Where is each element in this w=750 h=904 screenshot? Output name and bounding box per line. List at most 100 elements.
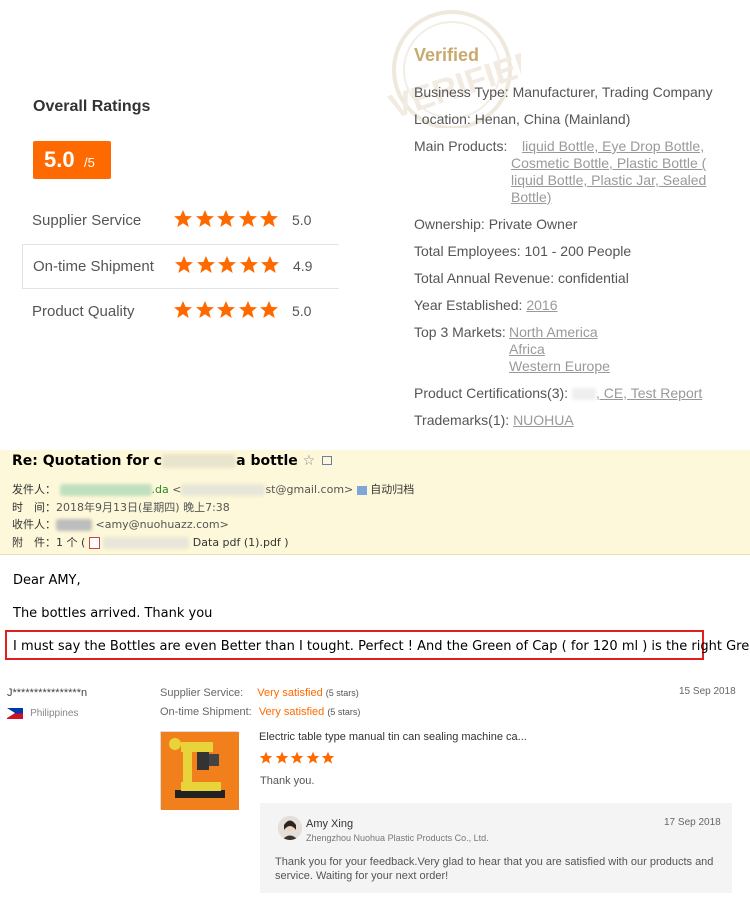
- rating-value: 5.0: [292, 303, 312, 319]
- market-link[interactable]: Africa: [509, 341, 545, 358]
- review-date: 15 Sep 2018: [679, 686, 736, 697]
- star-icon: [195, 209, 217, 229]
- certifications-label: Product Certifications(3):: [414, 385, 569, 401]
- redacted-subject: [162, 454, 237, 468]
- overall-score-max: /5: [84, 155, 95, 170]
- overall-score-badge: 5.0 /5: [33, 141, 111, 179]
- archive-icon: [356, 485, 367, 495]
- star-icon: [217, 255, 239, 275]
- star-icon: [195, 300, 217, 320]
- attachment-count: 1 个 (: [56, 536, 86, 549]
- email-time: 2018年9月13日(星期四) 晚上7:38: [56, 501, 230, 514]
- employees-value: 101 - 200 People: [524, 243, 632, 259]
- rating-value: 5.0: [292, 212, 312, 228]
- main-products-link[interactable]: Cosmetic Bottle, Plastic Bottle (: [511, 155, 706, 172]
- star-icon: [259, 300, 281, 320]
- sender-email: st@gmail.com>: [265, 483, 354, 496]
- market-link[interactable]: North America: [509, 324, 598, 341]
- redacted-cert: [571, 388, 596, 401]
- to-label: 收件人：: [12, 518, 56, 531]
- attachment-name[interactable]: Data pdf (1).pdf ): [193, 536, 289, 549]
- avatar: [278, 816, 302, 840]
- employees-row: Total Employees: 101 - 200 People: [414, 243, 631, 260]
- certifications-row: Product Certifications(3): , CE, Test Re…: [414, 385, 702, 402]
- time-label: 时 间：: [12, 501, 56, 514]
- revenue-value: confidential: [558, 270, 629, 286]
- sealing-machine-image: [161, 732, 239, 810]
- star-icon: [238, 209, 260, 229]
- reply-text-line: service. Waiting for your next order!: [275, 870, 449, 882]
- redacted-sender-name: [59, 484, 152, 496]
- main-products-link[interactable]: Bottle): [511, 189, 551, 206]
- overall-ratings-title: Overall Ratings: [33, 98, 151, 115]
- reply-date: 17 Sep 2018: [664, 817, 721, 828]
- main-products-link[interactable]: liquid Bottle, Plastic Jar, Sealed: [511, 172, 706, 189]
- subject-text: Re: Quotation for c: [12, 453, 163, 469]
- shipment-review-line: On-time Shipment: Very satisfied (5 star…: [160, 706, 360, 718]
- email-from-line: 发件人： .da < st@gmail.com> 自动归档: [12, 483, 415, 496]
- reply-company: Zhengzhou Nuohua Plastic Products Co., L…: [306, 833, 489, 843]
- ownership-value: Private Owner: [488, 216, 578, 232]
- business-type-label: Business Type:: [414, 84, 509, 100]
- star-icon: [216, 300, 238, 320]
- market-link[interactable]: Western Europe: [509, 358, 610, 375]
- star-rating: [173, 209, 281, 231]
- star-rating: [173, 300, 281, 322]
- location-label: Location:: [414, 111, 471, 127]
- trademarks-link[interactable]: NUOHUA: [513, 412, 574, 428]
- philippines-flag-icon: [7, 707, 23, 719]
- rating-row-on-time-shipment: On-time Shipment 4.9: [22, 244, 339, 289]
- attachment-label: 附 件：: [12, 536, 56, 549]
- year-established-label: Year Established:: [414, 297, 523, 313]
- star-icon: [238, 300, 260, 320]
- redacted-recipient-name: [56, 519, 92, 531]
- star-icon: [216, 209, 238, 229]
- redacted-sender-email: [181, 484, 266, 496]
- top-markets-label: Top 3 Markets:: [414, 324, 506, 340]
- rating-label: On-time Shipment: [33, 258, 154, 275]
- year-established-row: Year Established: 2016: [414, 297, 558, 314]
- country-name: Philippines: [30, 708, 79, 719]
- reply-author-name: Amy Xing: [306, 818, 354, 830]
- rating-label: Product Quality: [32, 303, 135, 320]
- subject-text: a bottle: [236, 453, 298, 469]
- verified-stamp-logo: VERIFIED: [385, 10, 521, 128]
- business-type-row: Business Type: Manufacturer, Trading Com…: [414, 84, 713, 101]
- year-established-link[interactable]: 2016: [526, 297, 557, 313]
- star-icon: [321, 751, 337, 765]
- certifications-link[interactable]: , CE, Test Report: [596, 385, 702, 401]
- location-row: Location: Henan, China (Mainland): [414, 111, 630, 128]
- verified-title: Verified: [414, 45, 480, 65]
- product-thumbnail[interactable]: [160, 731, 239, 810]
- star-icon: [174, 255, 196, 275]
- star-outline-icon[interactable]: ☆: [303, 453, 316, 469]
- rating-label: Supplier Service: [32, 212, 142, 229]
- star-icon: [306, 751, 322, 765]
- business-type-value: Manufacturer, Trading Company: [512, 84, 713, 100]
- sender-name[interactable]: .da: [152, 483, 169, 496]
- popout-icon[interactable]: [322, 456, 333, 465]
- pdf-icon: [88, 537, 100, 549]
- star-icon: [173, 209, 195, 229]
- reviewer-country: Philippines: [7, 707, 78, 719]
- product-title-link[interactable]: Electric table type manual tin can seali…: [259, 731, 527, 743]
- star-rating: [174, 255, 282, 277]
- review-comment: Thank you.: [260, 775, 315, 787]
- email-subject: Re: Quotation for c a bottle ☆: [12, 453, 333, 469]
- review-criterion-stars: (5 stars): [327, 707, 361, 717]
- main-products-link[interactable]: liquid Bottle, Eye Drop Bottle,: [522, 138, 704, 155]
- review-criterion-stars: (5 stars): [325, 688, 359, 698]
- auto-archive-link[interactable]: 自动归档: [370, 483, 414, 496]
- ownership-label: Ownership:: [414, 216, 485, 232]
- rating-value: 4.9: [293, 258, 313, 274]
- supplier-service-review-line: Supplier Service: Very satisfied (5 star…: [160, 687, 359, 699]
- trademarks-label: Trademarks(1):: [414, 412, 510, 428]
- location-value: Henan, China (Mainland): [474, 111, 631, 127]
- star-icon: [290, 751, 306, 765]
- redacted-attachment-name: [103, 537, 190, 549]
- review-star-rating: [259, 751, 337, 765]
- review-criterion-value: Very satisfied: [257, 687, 323, 699]
- star-icon: [259, 209, 281, 229]
- main-products-label: Main Products:: [414, 138, 508, 154]
- employees-label: Total Employees:: [414, 243, 521, 259]
